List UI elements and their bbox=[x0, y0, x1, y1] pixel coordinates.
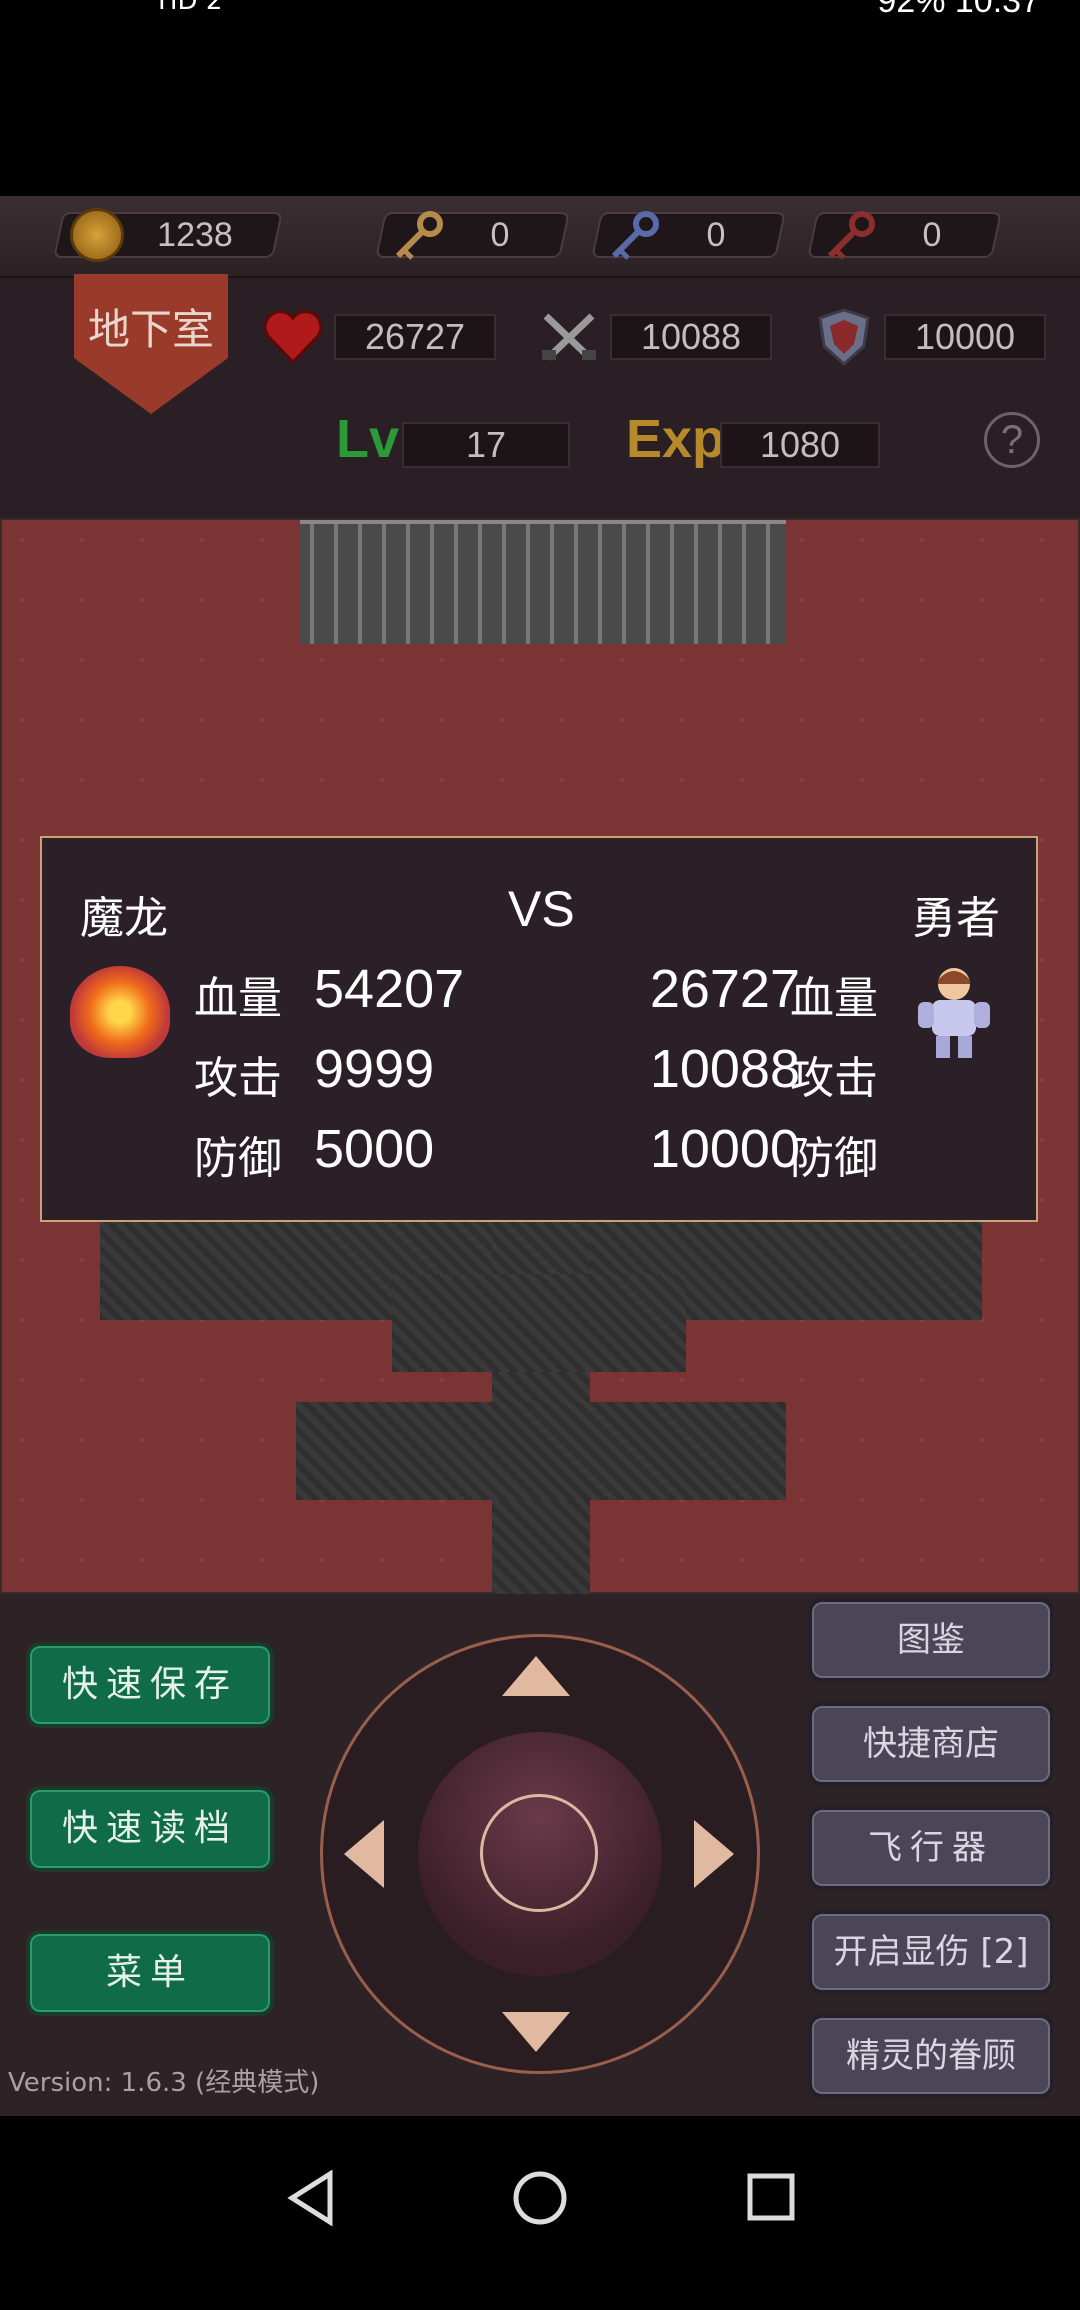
enemy-def-value: 5000 bbox=[314, 1119, 435, 1179]
hero-atk-label: 攻击 bbox=[790, 1053, 878, 1104]
hero-stats-panel: 地下室 26727 10088 10000 Lv 17 Exp 1080 ? bbox=[0, 274, 1080, 518]
fairy-favor-button[interactable]: 精灵的眷顾 bbox=[808, 2014, 1054, 2098]
exp-value: 1080 bbox=[759, 424, 841, 465]
right-arrow-icon[interactable] bbox=[694, 1820, 734, 1888]
defense-value: 10000 bbox=[914, 316, 1016, 357]
level-value: 17 bbox=[465, 424, 507, 465]
yellow-key-count: 0 bbox=[490, 216, 510, 254]
hero-atk-value: 10088 bbox=[649, 1039, 800, 1099]
hero-def-value: 10000 bbox=[649, 1119, 800, 1179]
enemy-atk-label: 攻击 bbox=[194, 1053, 282, 1104]
up-arrow-icon[interactable] bbox=[502, 1656, 570, 1696]
battle-dialog: 魔龙 VS 勇者 血量 54207 26727 血量 攻击 9999 10088… bbox=[40, 836, 1038, 1222]
hero-name: 勇者 bbox=[912, 893, 1000, 944]
show-damage-button[interactable]: 开启显伤 [2] bbox=[808, 1910, 1054, 1994]
stone-path-horizontal-3b bbox=[392, 1274, 686, 1372]
crossed-swords-icon bbox=[542, 313, 596, 361]
status-indicators: HD 2 bbox=[158, 0, 223, 16]
iron-gate bbox=[300, 520, 786, 644]
flyer-button[interactable]: 飞行器 bbox=[808, 1806, 1054, 1890]
hero-def-label: 防御 bbox=[790, 1133, 878, 1184]
blue-key-icon bbox=[611, 211, 659, 260]
red-key-icon bbox=[827, 211, 875, 260]
back-icon[interactable] bbox=[286, 2170, 336, 2226]
menu-button[interactable]: 菜单 bbox=[26, 1930, 274, 2016]
hero-hp-label: 血量 bbox=[790, 973, 878, 1024]
vs-label: VS bbox=[508, 881, 575, 937]
hero-sprite-icon bbox=[918, 968, 990, 1058]
status-bar: HD 2 92% 10:37 bbox=[0, 0, 1080, 196]
left-arrow-icon[interactable] bbox=[344, 1820, 384, 1888]
game-screen: 1238 0 0 0 地下室 26727 10088 10000 Lv 17 E… bbox=[0, 196, 1080, 2116]
stone-path-horizontal-2 bbox=[296, 1402, 786, 1500]
system-nav-bar bbox=[0, 2116, 1080, 2310]
gold-coin-icon bbox=[70, 208, 124, 262]
quick-load-button[interactable]: 快速读档 bbox=[26, 1786, 274, 1872]
quick-save-button[interactable]: 快速保存 bbox=[26, 1642, 274, 1728]
quick-shop-button[interactable]: 快捷商店 bbox=[808, 1702, 1054, 1786]
red-key-count: 0 bbox=[922, 216, 942, 254]
floor-name: 地下室 bbox=[87, 305, 214, 354]
down-arrow-icon[interactable] bbox=[502, 2012, 570, 2052]
blue-key-count: 0 bbox=[706, 216, 726, 254]
home-icon[interactable] bbox=[512, 2170, 568, 2226]
hp-value: 26727 bbox=[364, 316, 466, 357]
enemy-name: 魔龙 bbox=[80, 893, 168, 944]
attack-value: 10088 bbox=[640, 316, 742, 357]
dpad-center-circle bbox=[480, 1794, 598, 1912]
level-label: Lv bbox=[336, 409, 400, 469]
exp-label: Exp bbox=[626, 409, 726, 469]
control-panel: 快速保存 快速读档 菜单 图鉴 快捷商店 飞行器 开启显伤 [2] 精灵的眷顾 … bbox=[0, 1594, 1080, 2116]
resource-bar: 1238 0 0 0 bbox=[0, 196, 1080, 278]
shield-icon bbox=[818, 308, 870, 367]
recents-icon[interactable] bbox=[746, 2172, 796, 2222]
enemy-def-label: 防御 bbox=[194, 1133, 282, 1184]
enemy-hp-label: 血量 bbox=[194, 973, 282, 1024]
enemy-atk-value: 9999 bbox=[314, 1039, 435, 1099]
gold-value: 1238 bbox=[157, 216, 233, 254]
version-label: Version: 1.6.3 (经典模式) bbox=[8, 2068, 320, 2098]
heart-icon bbox=[263, 310, 323, 365]
yellow-key-icon bbox=[395, 211, 443, 260]
help-button[interactable]: ? bbox=[984, 412, 1040, 468]
hero-hp-value: 26727 bbox=[649, 959, 800, 1019]
dragon-sprite-icon bbox=[70, 966, 170, 1058]
battery-clock: 92% 10:37 bbox=[877, 0, 1040, 20]
bestiary-button[interactable]: 图鉴 bbox=[808, 1598, 1054, 1682]
enemy-hp-value: 54207 bbox=[314, 959, 465, 1019]
